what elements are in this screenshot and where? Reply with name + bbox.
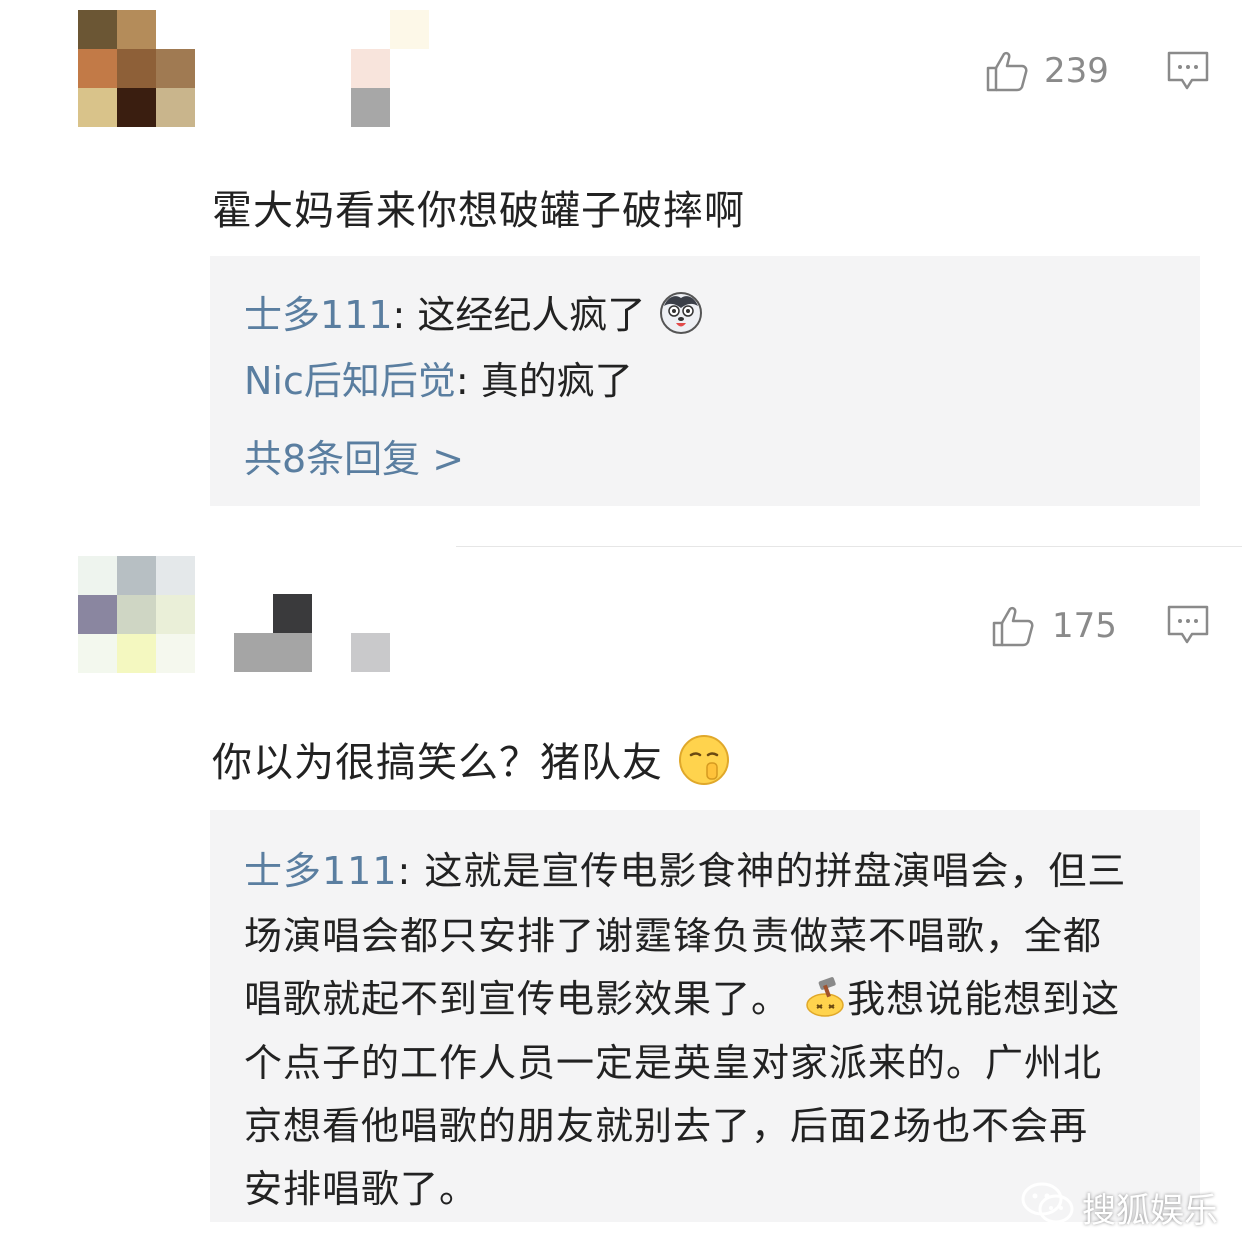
reply-username[interactable]: 士多111 [244, 293, 393, 337]
reply-item: Nic后知后觉: 真的疯了 [244, 350, 633, 405]
reply-button[interactable] [1166, 50, 1210, 96]
reply-line: 安排唱歌了。 [244, 1167, 479, 1211]
like-button[interactable]: 239 [984, 48, 1109, 94]
reply-item: 士多111: 这就是宣传电影食神的拼盘演唱会，但三 [244, 840, 1126, 895]
reply-box[interactable]: 士多111: 这经纪人疯了 Nic后知后觉: 真的疯了 共8条回复 > [210, 256, 1200, 506]
reply-text: 这经纪人疯了 [417, 293, 646, 337]
reply-line: 我想说能想到这 [847, 977, 1121, 1021]
husky-emoji-icon [658, 290, 704, 345]
like-count: 239 [1044, 51, 1109, 91]
reply-line: 唱歌就起不到宣传电影效果了。 [244, 977, 791, 1021]
watermark: 搜狐娱乐 [1020, 1180, 1218, 1235]
reply-line: 场演唱会都只安排了谢霆锋负责做菜不唱歌，全都 [244, 914, 1103, 958]
comment-bubble-icon [1166, 51, 1210, 96]
reply-text: 真的疯了 [480, 359, 633, 403]
divider [456, 546, 1242, 547]
reply-username[interactable]: 士多111 [244, 849, 398, 893]
watermark-text: 搜狐娱乐 [1082, 1191, 1218, 1231]
reply-separator: : [455, 359, 481, 403]
avatar[interactable] [78, 10, 195, 127]
reply-separator: : [392, 293, 418, 337]
like-count: 175 [1052, 606, 1117, 646]
wechat-logo-icon [1020, 1180, 1076, 1235]
reply-line: 个点子的工作人员一定是英皇对家派来的。广州北 [244, 1041, 1103, 1085]
thumbs-up-icon [984, 48, 1030, 94]
shush-emoji-icon [677, 733, 731, 797]
reply-line: 这就是宣传电影食神的拼盘演唱会，但三 [424, 849, 1127, 893]
comment-text: 你以为很搞笑么？猪队友 [212, 730, 731, 797]
thumbs-up-icon [990, 603, 1036, 649]
reply-username[interactable]: Nic后知后觉 [244, 359, 456, 403]
reply-button[interactable] [1166, 604, 1210, 650]
reply-line: 京想看他唱歌的朋友就别去了，后面2场也不会再 [244, 1104, 1089, 1148]
comment-bubble-icon [1166, 605, 1210, 650]
reply-separator: : [397, 849, 425, 893]
avatar[interactable] [78, 556, 195, 673]
reply-box[interactable]: 士多111: 这就是宣传电影食神的拼盘演唱会，但三 场演唱会都只安排了谢霆锋负责… [210, 810, 1200, 1222]
like-button[interactable]: 175 [990, 603, 1117, 649]
comment-text-content: 你以为很搞笑么？猪队友 [212, 740, 663, 786]
more-replies-link[interactable]: 共8条回复 > [244, 428, 464, 483]
comment-text: 霍大妈看来你想破罐子破摔啊 [212, 188, 745, 234]
gavel-emoji-icon [803, 975, 847, 1028]
reply-line-with-emoji: 唱歌就起不到宣传电影效果了。 我想说能想到这 [244, 968, 1120, 1028]
reply-item: 士多111: 这经纪人疯了 [244, 284, 704, 345]
